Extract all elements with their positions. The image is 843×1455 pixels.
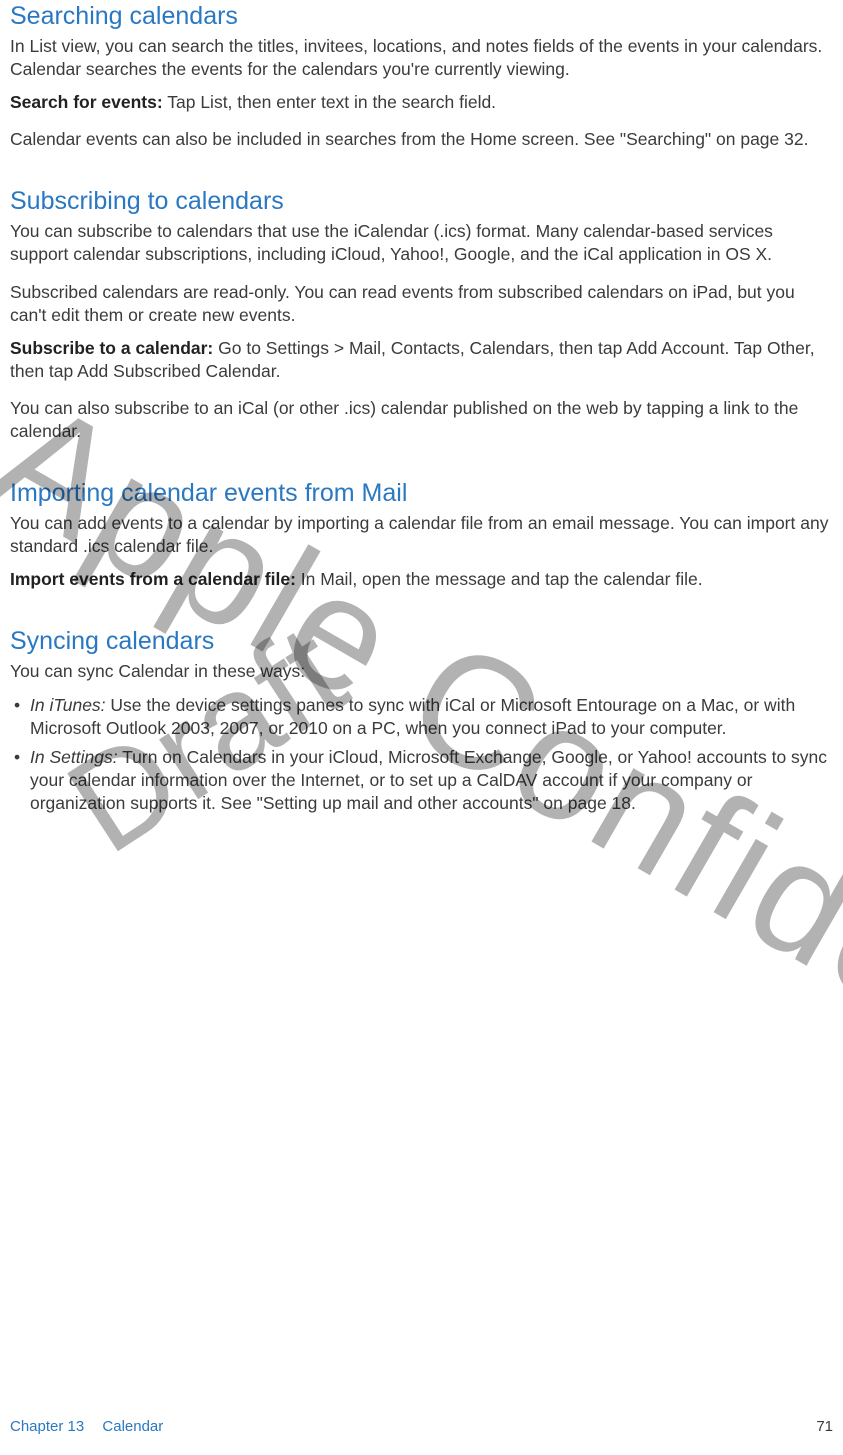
step-text: In Mail, open the message and tap the ca… [296, 569, 703, 589]
heading-syncing-calendars: Syncing calendars [10, 625, 833, 658]
bullet-text: Turn on Calendars in your iCloud, Micros… [30, 747, 827, 813]
heading-searching-calendars: Searching calendars [10, 0, 833, 33]
section-searching-calendars: Searching calendars In List view, you ca… [10, 0, 833, 151]
sync-methods-list: In iTunes: Use the device settings panes… [10, 694, 833, 815]
heading-subscribing-to-calendars: Subscribing to calendars [10, 185, 833, 218]
paragraph: You can add events to a calendar by impo… [10, 512, 833, 558]
step-text: Tap List, then enter text in the search … [163, 92, 496, 112]
chapter-label: Chapter 13 [10, 1418, 84, 1435]
list-item: In Settings: Turn on Calendars in your i… [10, 746, 833, 815]
page-footer: Chapter 13 Calendar 71 [10, 1417, 833, 1437]
section-syncing-calendars: Syncing calendars You can sync Calendar … [10, 625, 833, 815]
step-label: Subscribe to a calendar: [10, 338, 213, 358]
bullet-text: Use the device settings panes to sync wi… [30, 695, 795, 738]
heading-importing-from-mail: Importing calendar events from Mail [10, 477, 833, 510]
list-item: In iTunes: Use the device settings panes… [10, 694, 833, 740]
page-number: 71 [816, 1417, 833, 1437]
paragraph: In List view, you can search the titles,… [10, 35, 833, 81]
paragraph: Subscribed calendars are read-only. You … [10, 281, 833, 327]
section-importing-from-mail: Importing calendar events from Mail You … [10, 477, 833, 591]
step-search-for-events: Search for events: Tap List, then enter … [10, 91, 833, 114]
step-label: Import events from a calendar file: [10, 569, 296, 589]
paragraph: You can sync Calendar in these ways: [10, 660, 833, 683]
step-subscribe-to-calendar: Subscribe to a calendar: Go to Settings … [10, 337, 833, 383]
chapter-name: Calendar [102, 1418, 163, 1435]
step-import-events: Import events from a calendar file: In M… [10, 568, 833, 591]
page-content: Searching calendars In List view, you ca… [0, 0, 843, 815]
paragraph: You can also subscribe to an iCal (or ot… [10, 397, 833, 443]
bullet-label: In Settings: [30, 747, 118, 767]
section-subscribing-to-calendars: Subscribing to calendars You can subscri… [10, 185, 833, 443]
paragraph: You can subscribe to calendars that use … [10, 220, 833, 266]
paragraph: Calendar events can also be included in … [10, 128, 833, 151]
footer-left: Chapter 13 Calendar [10, 1417, 163, 1437]
bullet-label: In iTunes: [30, 695, 106, 715]
step-label: Search for events: [10, 92, 163, 112]
